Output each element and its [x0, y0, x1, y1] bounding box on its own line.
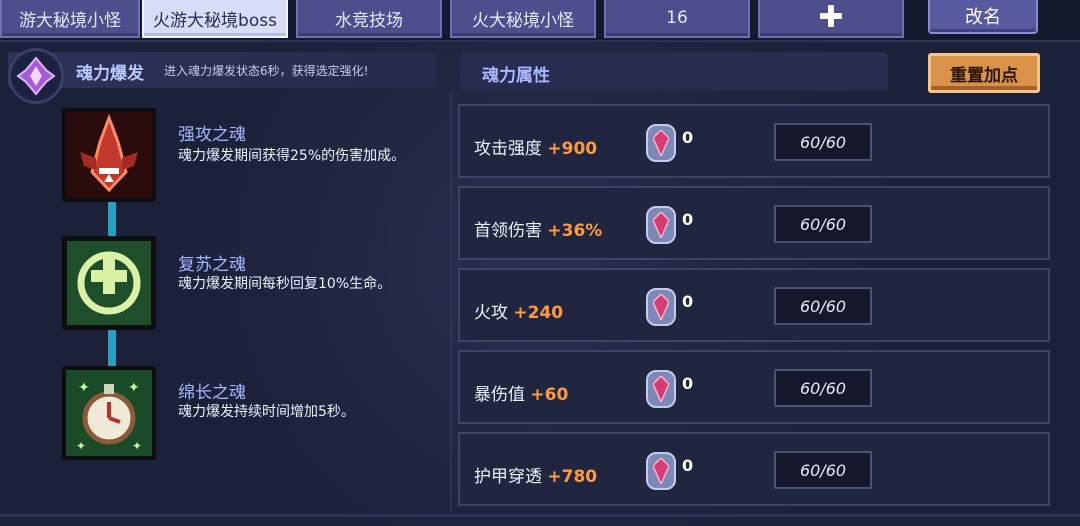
tab-2[interactable]: 火游大秘境boss — [142, 0, 288, 38]
stopwatch-icon[interactable]: ✦ ✦ ✦ ✦ — [62, 366, 156, 460]
soul-description: 魂力爆发持续时间增加5秒。 — [178, 404, 355, 420]
attributes-title: 魂力属性 — [482, 66, 550, 86]
tab-label: 火大秘境小怪 — [472, 10, 574, 31]
attribute-bonus: +60 — [530, 385, 569, 405]
soul-gem-icon — [646, 124, 676, 162]
svg-text:✦: ✦ — [76, 439, 86, 453]
soul-name: 强攻之魂 — [178, 125, 246, 145]
points-cap[interactable]: 60/60 — [774, 205, 872, 243]
attribute-bonus: +780 — [547, 467, 598, 487]
attribute-bonus: +36% — [547, 221, 603, 241]
divider — [0, 40, 1080, 42]
burst-description: 进入魂力爆发状态6秒，获得选定强化! — [164, 64, 369, 78]
plus-icon: ✚ — [818, 0, 844, 35]
rename-button[interactable]: 改名 — [928, 0, 1038, 34]
purple-crystal-icon — [8, 48, 64, 104]
attribute-label: 护甲穿透 +780 — [474, 467, 598, 487]
soul-gem-icon — [646, 288, 676, 326]
points-cap[interactable]: 60/60 — [774, 287, 872, 325]
gem-count: 0 — [682, 374, 694, 393]
red-sword-icon[interactable] — [62, 108, 156, 202]
connector — [108, 200, 116, 236]
attribute-label: 首领伤害 +36% — [474, 221, 603, 241]
soul-description: 魂力爆发期间获得25%的伤害加成。 — [178, 148, 406, 164]
points-cap[interactable]: 60/60 — [774, 451, 872, 489]
attribute-row: 暴伤值 +60 0 60/60 — [458, 350, 1050, 424]
connector — [108, 330, 116, 366]
soul-gem-icon — [646, 452, 676, 490]
gem-count: 0 — [682, 456, 694, 475]
tab-bar: 游大秘境小怪 火游大秘境boss 水竞技场 火大秘境小怪 16 ✚ — [0, 0, 1080, 40]
svg-text:✦: ✦ — [128, 380, 140, 396]
attribute-bonus: +900 — [547, 139, 598, 159]
svg-text:✦: ✦ — [132, 439, 142, 453]
svg-text:✦: ✦ — [78, 380, 90, 396]
points-cap[interactable]: 60/60 — [774, 123, 872, 161]
soul-name: 复苏之魂 — [178, 255, 246, 275]
attribute-row: 攻击强度 +900 0 60/60 — [458, 104, 1050, 178]
attribute-bonus: +240 — [513, 303, 564, 323]
gem-count: 0 — [682, 210, 694, 229]
gem-count: 0 — [682, 128, 694, 147]
tab-5[interactable]: 16 — [604, 0, 750, 38]
attribute-label: 暴伤值 +60 — [474, 385, 569, 405]
reset-points-button[interactable]: 重置加点 — [928, 53, 1040, 93]
gem-count: 0 — [682, 292, 694, 311]
attribute-label: 火攻 +240 — [474, 303, 564, 323]
tab-1[interactable]: 游大秘境小怪 — [0, 0, 140, 38]
points-cap[interactable]: 60/60 — [774, 369, 872, 407]
attribute-label: 攻击强度 +900 — [474, 139, 598, 159]
tab-label: 水竞技场 — [335, 10, 403, 31]
soul-gem-icon — [646, 206, 676, 244]
tab-3[interactable]: 水竞技场 — [296, 0, 442, 38]
bottom-divider — [0, 514, 1080, 517]
tab-label: 火游大秘境boss — [153, 10, 277, 31]
add-tab-button[interactable]: ✚ — [758, 0, 904, 38]
tab-4[interactable]: 火大秘境小怪 — [450, 0, 596, 38]
soul-gem-icon — [646, 370, 676, 408]
green-heal-icon[interactable] — [62, 236, 156, 330]
soul-description: 魂力爆发期间每秒回复10%生命。 — [178, 276, 392, 292]
attribute-row: 首领伤害 +36% 0 60/60 — [458, 186, 1050, 260]
soul-name: 绵长之魂 — [178, 383, 246, 403]
panel-divider — [450, 92, 452, 512]
attribute-row: 火攻 +240 0 60/60 — [458, 268, 1050, 342]
attribute-row: 护甲穿透 +780 0 60/60 — [458, 432, 1050, 506]
tab-label: 游大秘境小怪 — [19, 10, 121, 31]
tab-label: 16 — [666, 8, 688, 28]
burst-title: 魂力爆发 — [76, 64, 144, 84]
